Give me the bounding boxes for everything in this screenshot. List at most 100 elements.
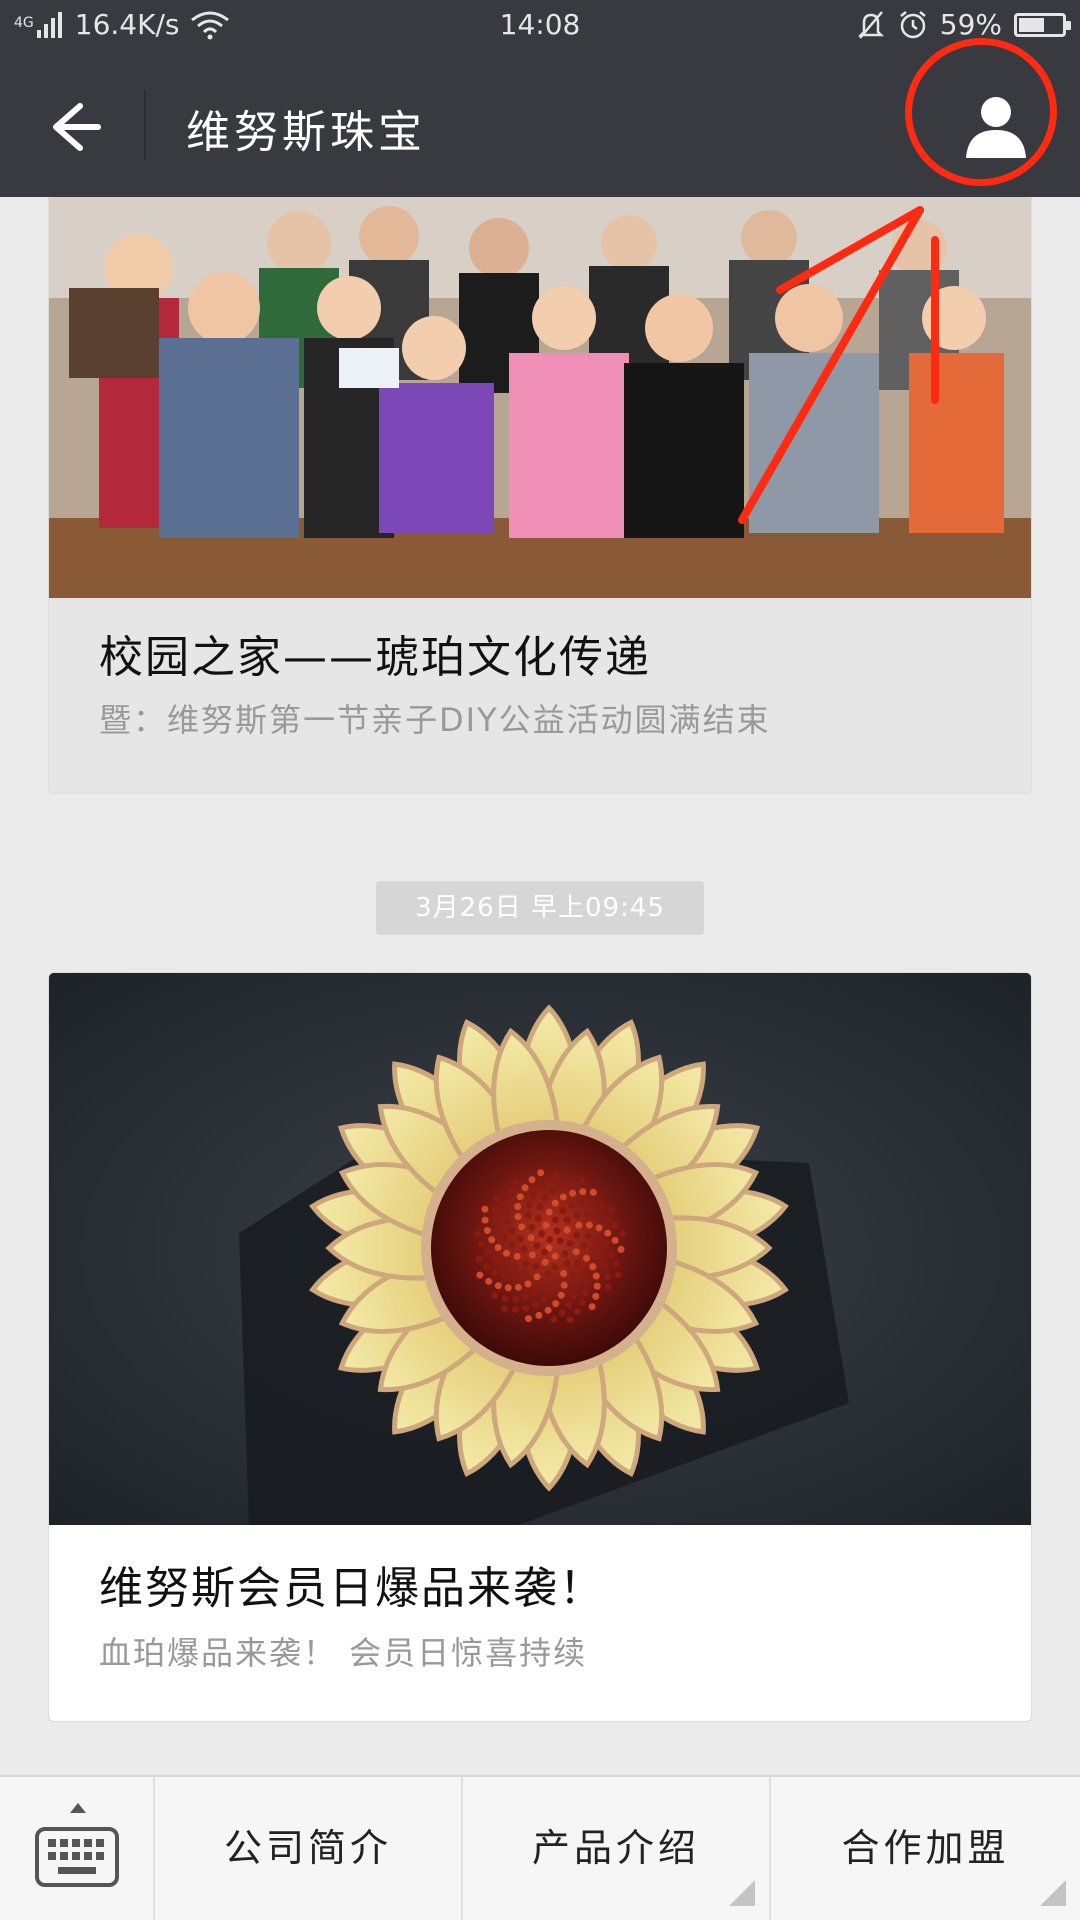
bell-mute-icon [857, 10, 884, 39]
seed-shape [531, 1289, 538, 1297]
seed-shape [533, 1242, 541, 1250]
seed-shape [513, 1252, 521, 1260]
seed-shape [569, 1189, 577, 1197]
seed-shape [500, 1305, 508, 1313]
seed-shape [551, 1278, 559, 1285]
seed-shape [473, 1230, 481, 1238]
seed-shape [551, 1216, 559, 1224]
article-card[interactable]: 维努斯会员日爆品来袭！ 血珀爆品来袭！ 会员日惊喜持续 [48, 972, 1032, 1722]
seed-shape [508, 1227, 516, 1235]
menu-item-label: 合作加盟 [841, 1826, 1010, 1870]
seed-shape [522, 1293, 529, 1301]
seed-shape [503, 1197, 511, 1205]
seed-shape [563, 1216, 571, 1224]
menu-item-company-intro[interactable]: 公司简介 [155, 1777, 463, 1920]
annotation-arrow [738, 206, 939, 524]
seed-shape [500, 1260, 508, 1268]
seed-shape [512, 1295, 520, 1303]
seed-shape [551, 1199, 559, 1207]
keyboard-toggle-button[interactable] [0, 1777, 155, 1920]
seed-shape [580, 1269, 588, 1277]
alarm-icon [899, 10, 926, 38]
seed-shape [585, 1221, 593, 1229]
message-timestamp: 3月26日 早上09:45 [376, 881, 704, 935]
seed-shape [527, 1234, 535, 1242]
seed-shape [482, 1263, 490, 1271]
seed-shape [493, 1195, 501, 1202]
seed-shape [572, 1248, 580, 1256]
seed-shape [553, 1172, 561, 1180]
menu-item-cooperation[interactable]: 合作加盟 [771, 1777, 1080, 1920]
seed-shape [544, 1306, 552, 1314]
seed-shape [617, 1245, 625, 1253]
seed-shape [611, 1221, 619, 1229]
seed-shape [582, 1279, 590, 1286]
seed-shape [596, 1254, 604, 1262]
keyboard-icon [35, 1803, 119, 1887]
seed-shape [604, 1229, 612, 1237]
seed-shape [573, 1308, 581, 1315]
seed-shape [571, 1282, 579, 1290]
seed-shape [561, 1250, 569, 1258]
seed-shape [510, 1273, 518, 1281]
seed-shape [569, 1292, 577, 1300]
seed-shape [518, 1223, 526, 1231]
seed-shape [491, 1292, 499, 1300]
seed-shape [580, 1241, 588, 1249]
seed-shape [588, 1303, 596, 1311]
seed-shape [511, 1306, 519, 1314]
seed-shape [558, 1309, 566, 1317]
seed-shape [577, 1199, 585, 1207]
seed-shape [589, 1246, 597, 1254]
menu-item-product-intro[interactable]: 产品介绍 [463, 1777, 771, 1920]
seed-shape [553, 1227, 561, 1235]
seed-shape [604, 1283, 612, 1291]
seed-shape [475, 1255, 483, 1263]
seed-shape [589, 1263, 597, 1271]
battery-percent: 59% [939, 8, 1002, 41]
back-button[interactable] [36, 92, 106, 162]
seed-shape [589, 1188, 597, 1196]
seed-shape [598, 1201, 606, 1209]
seed-shape [592, 1272, 600, 1280]
seed-shape [563, 1260, 571, 1267]
seed-shape [492, 1215, 500, 1223]
seed-shape [541, 1194, 549, 1202]
seed-shape [579, 1188, 587, 1196]
seed-shape [481, 1216, 489, 1224]
seed-shape [524, 1280, 532, 1288]
article-subtitle: 血珀爆品来袭！ 会员日惊喜持续 [99, 1634, 588, 1672]
seed-shape [547, 1288, 555, 1296]
article-image-sunflower [49, 973, 1031, 1525]
seed-shape [494, 1282, 502, 1290]
seed-shape [573, 1231, 581, 1239]
seed-shape [556, 1237, 564, 1245]
seed-shape [601, 1263, 609, 1270]
seed-shape [521, 1184, 529, 1192]
bottom-menu: 公司简介 产品介绍 合作加盟 [0, 1775, 1080, 1920]
seed-shape [563, 1226, 571, 1234]
seed-shape [593, 1211, 601, 1219]
seed-shape [595, 1224, 603, 1232]
seed-shape [574, 1259, 582, 1267]
seed-shape [619, 1229, 627, 1237]
seed-shape [593, 1282, 601, 1290]
seed-shape [538, 1230, 546, 1238]
seed-shape [603, 1215, 610, 1223]
seed-shape [583, 1210, 591, 1218]
seed-shape [529, 1192, 537, 1200]
seed-shape [594, 1236, 602, 1244]
seed-shape [568, 1201, 576, 1209]
seed-shape [560, 1270, 568, 1277]
seed-shape [525, 1201, 533, 1209]
submenu-indicator-icon [729, 1880, 755, 1906]
seed-shape [583, 1254, 590, 1262]
seed-shape [514, 1203, 522, 1210]
seed-shape [504, 1284, 512, 1292]
seed-shape [483, 1249, 491, 1256]
seed-shape [481, 1205, 489, 1213]
seed-shape [510, 1262, 518, 1270]
article-title: 校园之家——琥珀文化传递 [99, 632, 651, 683]
seed-shape [535, 1184, 543, 1192]
seed-shape [546, 1236, 554, 1243]
